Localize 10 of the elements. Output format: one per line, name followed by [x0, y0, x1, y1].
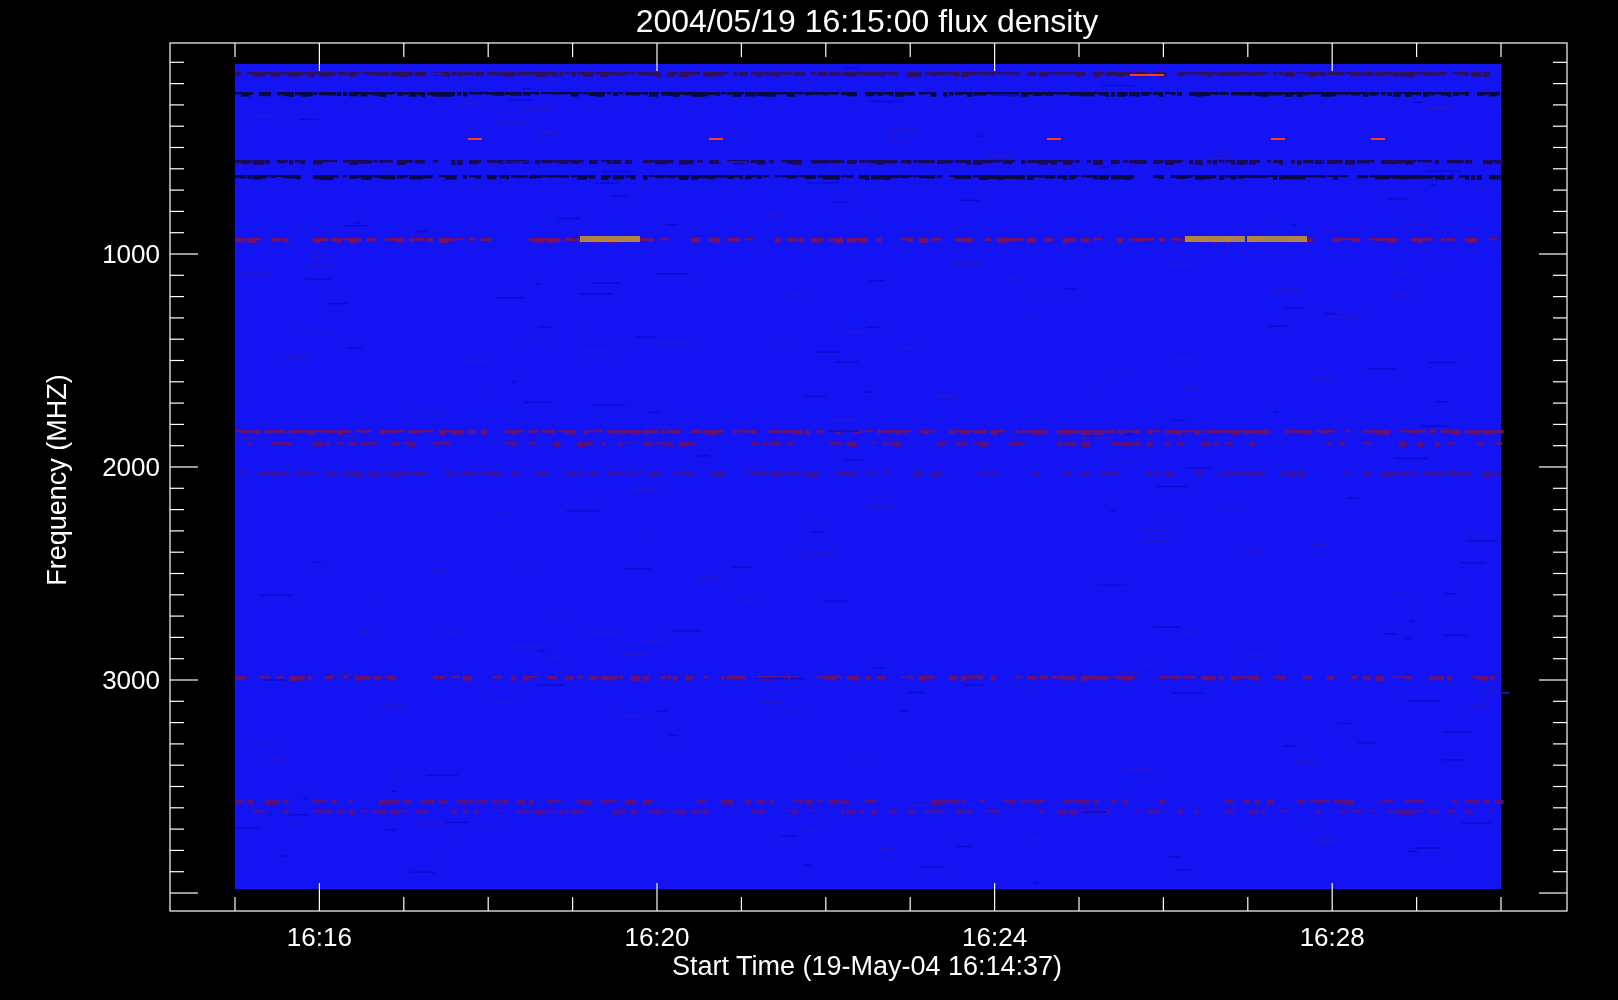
- chart-title: 2004/05/19 16:15:00 flux density: [635, 3, 1099, 39]
- x-axis-label: Start Time (19-May-04 16:14:37): [671, 951, 1063, 981]
- x-tick-label: 16:20: [624, 922, 690, 952]
- x-tick-label: 16:28: [1299, 922, 1365, 952]
- x-tick-label: 16:16: [286, 922, 352, 952]
- y-axis-label: Frequency (MHZ): [42, 374, 72, 586]
- y-tick-label: 1000: [102, 239, 160, 269]
- y-tick-label: 3000: [102, 665, 160, 695]
- y-tick-label: 2000: [102, 452, 160, 482]
- x-tick-label: 16:24: [962, 922, 1028, 952]
